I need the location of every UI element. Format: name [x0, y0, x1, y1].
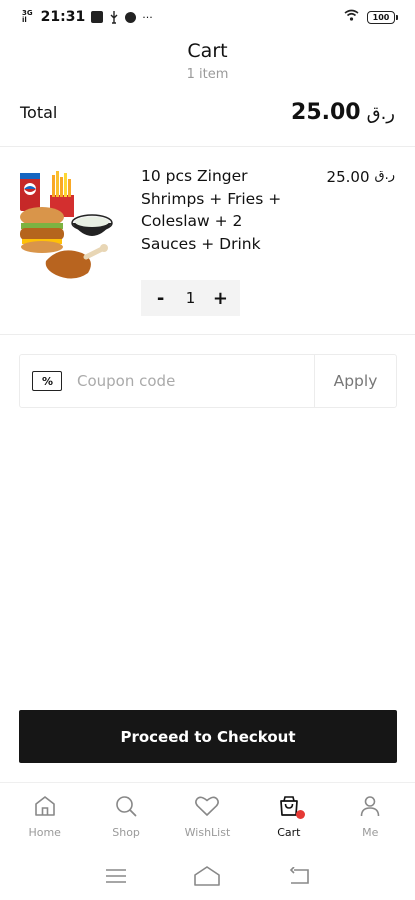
cart-badge-dot	[295, 810, 305, 819]
back-icon	[290, 867, 309, 884]
coupon-box: % Apply	[19, 354, 397, 408]
item-price-currency: ر.ق	[374, 168, 396, 183]
notification-icon	[91, 11, 104, 23]
nav-item-wishlist[interactable]: WishList	[172, 783, 242, 844]
proceed-to-checkout-button[interactable]: Proceed to Checkout	[19, 710, 397, 763]
divider	[0, 146, 415, 147]
total-label: Total	[20, 103, 58, 122]
nav-label-me: Me	[362, 826, 379, 839]
divider	[0, 334, 415, 335]
heart-icon	[194, 793, 220, 819]
signal-icon: 3G il	[22, 10, 33, 24]
system-nav-bar	[0, 852, 415, 900]
product-image[interactable]	[16, 165, 116, 285]
app-notification-icon	[125, 11, 137, 23]
signal-bars: il	[22, 16, 27, 24]
search-icon	[113, 793, 139, 819]
bag-icon	[276, 793, 305, 819]
nav-label-wishlist: WishList	[184, 826, 231, 839]
increase-quantity-button[interactable]: +	[206, 288, 234, 309]
nav-label-home: Home	[28, 826, 61, 839]
status-bar: 3G il 21:31 ··· 100	[0, 0, 415, 34]
total-row: Total 25.00 ر.ق	[20, 100, 395, 125]
apply-coupon-button[interactable]: Apply	[314, 355, 396, 407]
home-icon	[32, 793, 58, 819]
total-amount: 25.00 ر.ق	[291, 100, 395, 125]
status-left: 3G il 21:31 ···	[22, 9, 153, 25]
usb-icon	[109, 10, 119, 24]
system-menu-button[interactable]	[101, 861, 131, 891]
coupon-icon: %	[32, 371, 62, 391]
nav-item-me[interactable]: Me	[335, 783, 405, 844]
coupon-code-input[interactable]	[62, 355, 314, 407]
system-home-button[interactable]	[192, 861, 222, 891]
decrease-quantity-button[interactable]: -	[147, 288, 175, 309]
nav-item-home[interactable]: Home	[10, 783, 80, 844]
wifi-icon	[344, 9, 359, 25]
status-time: 21:31	[40, 9, 86, 25]
item-price: 25.00 ر.ق	[327, 168, 395, 186]
menu-icon	[105, 869, 126, 883]
more-icon: ···	[142, 10, 153, 24]
nav-item-shop[interactable]: Shop	[91, 783, 161, 844]
quantity-stepper: - 1 +	[141, 280, 240, 316]
status-right: 100	[344, 9, 398, 25]
item-name[interactable]: 10 pcs Zinger Shrimps + Fries + Coleslaw…	[141, 165, 291, 255]
nav-label-cart: Cart	[277, 826, 301, 839]
coupon-icon-glyph: %	[41, 374, 53, 388]
quantity-value: 1	[185, 289, 196, 307]
total-value: 25.00	[291, 100, 361, 125]
page-title: Cart	[187, 40, 228, 62]
user-icon	[357, 793, 383, 819]
home-outline-icon	[194, 866, 221, 886]
item-count: 1 item	[186, 67, 229, 82]
item-price-value: 25.00	[326, 168, 370, 186]
system-back-button[interactable]	[284, 861, 314, 891]
bottom-nav: Home Shop WishList Cart Me	[0, 782, 415, 844]
cart-item: 10 pcs Zinger Shrimps + Fries + Coleslaw…	[16, 165, 395, 325]
nav-label-shop: Shop	[112, 826, 140, 839]
nav-item-cart[interactable]: Cart	[254, 783, 324, 844]
total-currency: ر.ق	[366, 103, 395, 124]
page-header: Cart 1 item	[0, 40, 415, 82]
battery-icon: 100	[367, 10, 398, 24]
